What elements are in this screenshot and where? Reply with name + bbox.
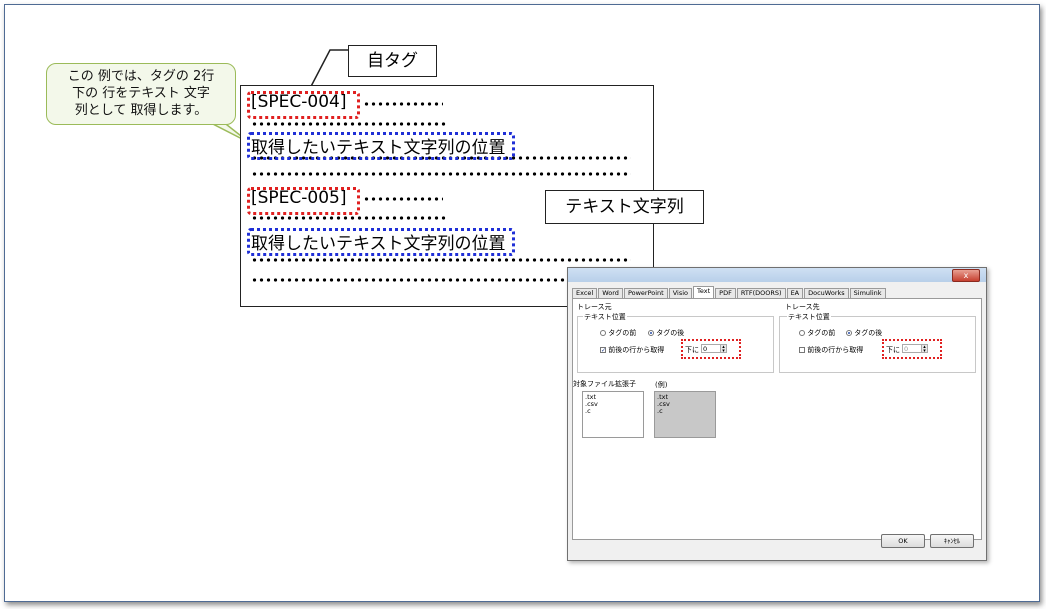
source-section-title: トレース元 (577, 303, 612, 311)
source-radio-after-label: タグの後 (656, 329, 685, 337)
text-highlight-1 (247, 132, 515, 160)
text-highlight-2 (247, 228, 515, 256)
tab-powerpoint[interactable]: PowerPoint (623, 288, 668, 298)
source-checkbox[interactable]: ✓ 前後の行から取得 (600, 345, 664, 355)
target-radio-after[interactable]: タグの後 (846, 328, 882, 338)
target-radio-before-label: タグの前 (807, 329, 836, 337)
settings-dialog: x Excel Word PowerPoint Visio Text PDF R… (567, 267, 987, 561)
source-highlight (681, 339, 741, 359)
dotted-filler (251, 278, 571, 282)
target-section-title: トレース先 (785, 303, 820, 311)
tab-excel[interactable]: Excel (572, 288, 598, 298)
dotted-filler (251, 122, 447, 126)
source-radio-before-label: タグの前 (608, 329, 637, 337)
extension-item: .c (585, 407, 591, 415)
tab-word[interactable]: Word (598, 288, 623, 298)
cancel-button[interactable]: ｷｬﾝｾﾙ (930, 534, 974, 548)
source-checkbox-label: 前後の行から取得 (608, 346, 665, 354)
tag-highlight-2 (247, 187, 360, 215)
target-checkbox-label: 前後の行から取得 (807, 346, 864, 354)
extension-textarea[interactable]: .txt .csv .c (582, 391, 644, 438)
tab-rtf[interactable]: RTF(DOORS) (736, 288, 786, 298)
tag-highlight-1 (247, 91, 360, 119)
radio-icon[interactable] (799, 330, 805, 336)
explanation-callout: この 例では、タグの 2行 下の 行をテキスト 文字 列として 取得します。 (46, 63, 236, 125)
dotted-filler (251, 172, 631, 176)
dialog-titlebar[interactable] (568, 268, 986, 282)
target-radio-before[interactable]: タグの前 (799, 328, 835, 338)
dotted-filler (363, 197, 443, 201)
checkbox-checked-icon[interactable]: ✓ (600, 347, 606, 354)
dotted-filler (251, 216, 447, 220)
close-button[interactable]: x (952, 269, 980, 282)
checkbox-icon[interactable] (799, 347, 805, 353)
source-group-label: テキスト位置 (583, 312, 627, 322)
tab-pdf[interactable]: PDF (715, 288, 736, 298)
source-radio-before[interactable]: タグの前 (600, 328, 636, 338)
tab-ea[interactable]: EA (786, 288, 804, 298)
radio-icon[interactable] (600, 330, 606, 336)
text-string-label: テキスト文字列 (545, 190, 704, 224)
tab-text[interactable]: Text (693, 286, 715, 298)
callout-line-1: この 例では、タグの 2行 (67, 69, 215, 84)
callout-line-3: 列として 取得します。 (74, 103, 208, 118)
radio-selected-icon[interactable] (648, 330, 654, 336)
target-checkbox[interactable]: 前後の行から取得 (799, 345, 863, 355)
ok-button[interactable]: OK (881, 534, 925, 548)
dotted-filler (363, 102, 443, 106)
own-tag-label: 自タグ (348, 45, 437, 77)
callout-line-2: 下の 行をテキスト 文字 (72, 86, 210, 101)
dotted-filler (251, 258, 631, 262)
target-group-label: テキスト位置 (787, 312, 831, 322)
tab-simulink[interactable]: Simulink (849, 288, 886, 298)
target-highlight (882, 339, 942, 359)
text-tab-pane: トレース元 テキスト位置 タグの前 タグの後 ✓ 前後の行から取得 下に 0 ▴… (572, 298, 982, 540)
extension-label: 対象ファイル拡張子 (573, 380, 636, 388)
tab-docuworks[interactable]: DocuWorks (804, 288, 849, 298)
example-item: .c (657, 407, 663, 415)
source-radio-after[interactable]: タグの後 (648, 328, 684, 338)
example-box: .txt .csv .c (654, 391, 716, 438)
target-radio-after-label: タグの後 (854, 329, 883, 337)
tab-visio[interactable]: Visio (668, 288, 693, 298)
example-item: .csv (657, 400, 670, 408)
extension-item: .csv (585, 400, 598, 408)
example-label: (例) (655, 381, 668, 389)
radio-selected-icon[interactable] (846, 330, 852, 336)
